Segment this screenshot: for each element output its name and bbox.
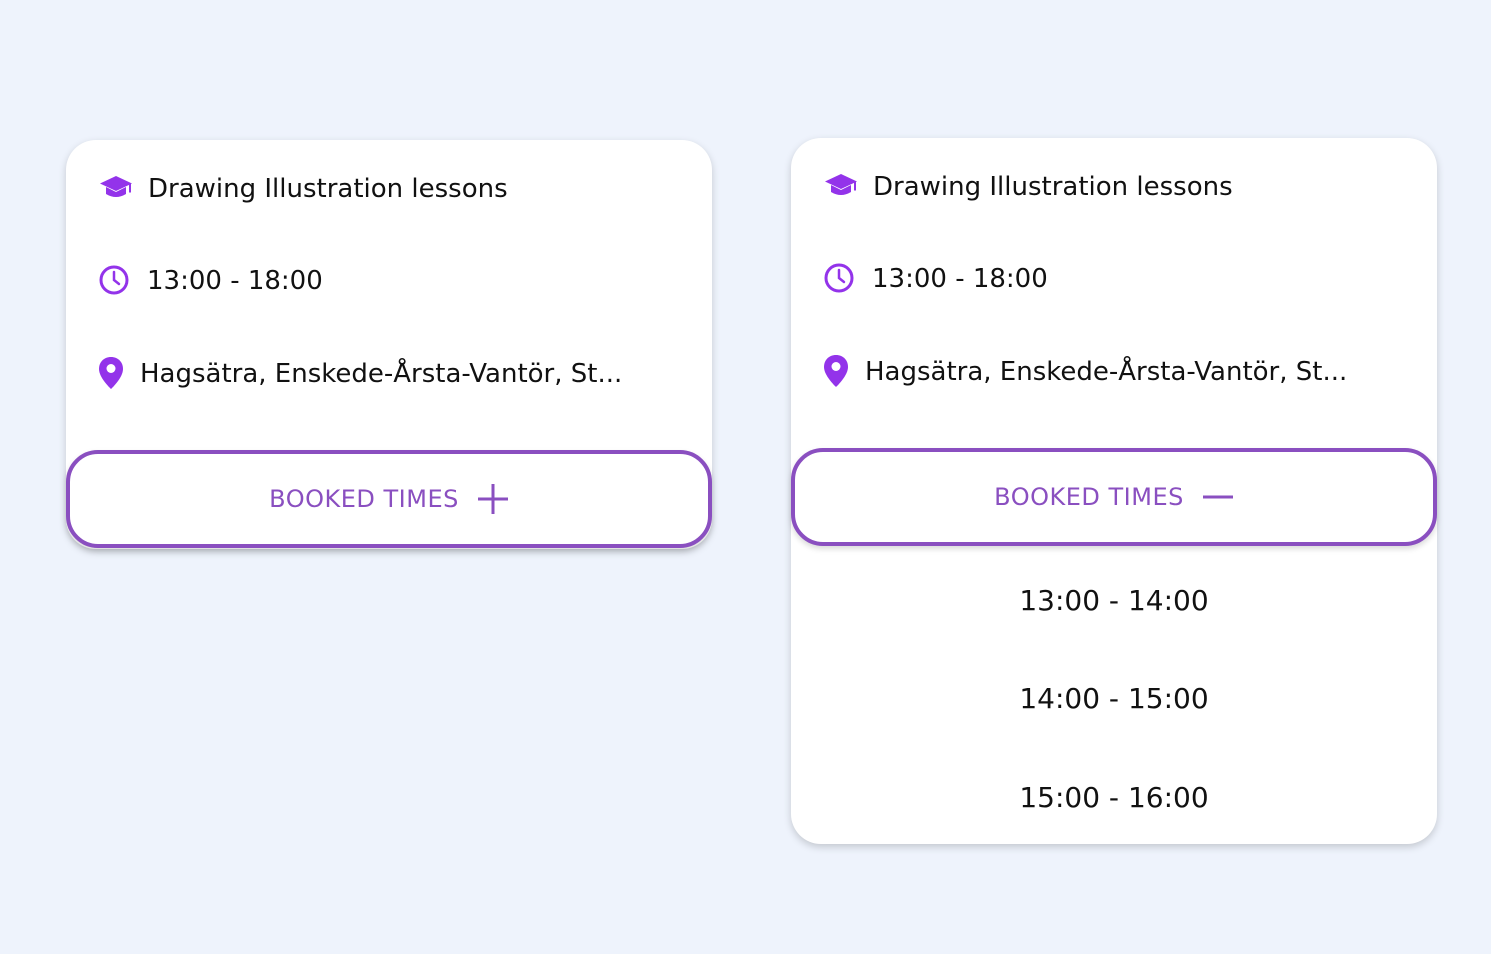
map-pin-icon bbox=[821, 353, 851, 389]
lesson-time-row: 13:00 - 18:00 bbox=[66, 261, 712, 301]
booking-card-expanded: Drawing Illustration lessons 13:00 - 18:… bbox=[791, 138, 1437, 844]
lesson-time: 13:00 - 18:00 bbox=[872, 264, 1048, 294]
lesson-location: Hagsätra, Enskede-Årsta-Vantör, St... bbox=[140, 359, 623, 389]
graduation-cap-icon bbox=[98, 171, 134, 207]
lesson-location-row: Hagsätra, Enskede-Årsta-Vantör, St... bbox=[66, 354, 712, 394]
booked-times-label: BOOKED TIMES bbox=[269, 485, 459, 513]
booked-time-slot[interactable]: 15:00 - 16:00 bbox=[791, 778, 1437, 818]
booking-card-collapsed: Drawing Illustration lessons 13:00 - 18:… bbox=[66, 140, 712, 549]
lesson-location-row: Hagsätra, Enskede-Årsta-Vantör, St... bbox=[791, 352, 1437, 392]
booked-time-slot[interactable]: 14:00 - 15:00 bbox=[791, 679, 1437, 719]
clock-icon bbox=[822, 261, 856, 295]
map-pin-icon bbox=[96, 355, 126, 391]
booked-times-toggle-button[interactable]: BOOKED TIMES bbox=[791, 448, 1437, 546]
booked-times-label: BOOKED TIMES bbox=[994, 483, 1184, 511]
graduation-cap-icon bbox=[823, 169, 859, 205]
lesson-title-row: Drawing Illustration lessons bbox=[66, 169, 712, 209]
lesson-title: Drawing Illustration lessons bbox=[873, 172, 1233, 202]
lesson-time-row: 13:00 - 18:00 bbox=[791, 259, 1437, 299]
lesson-title-row: Drawing Illustration lessons bbox=[791, 167, 1437, 207]
minus-icon bbox=[1202, 481, 1234, 513]
lesson-title: Drawing Illustration lessons bbox=[148, 174, 508, 204]
lesson-time: 13:00 - 18:00 bbox=[147, 266, 323, 296]
lesson-location: Hagsätra, Enskede-Årsta-Vantör, St... bbox=[865, 357, 1348, 387]
clock-icon bbox=[97, 263, 131, 297]
booked-time-slot[interactable]: 13:00 - 14:00 bbox=[791, 581, 1437, 621]
booked-times-toggle-button[interactable]: BOOKED TIMES bbox=[66, 450, 712, 548]
plus-icon bbox=[477, 483, 509, 515]
